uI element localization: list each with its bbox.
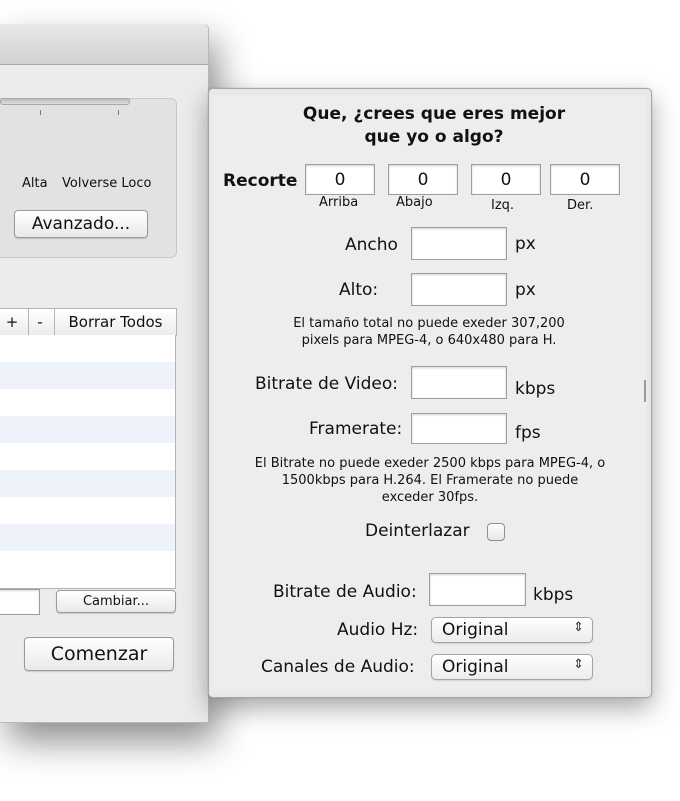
audio-channels-popup[interactable]: Original ⇕ (431, 654, 593, 680)
height-label: Alto: (339, 280, 379, 300)
bitrate-note-line3: exceder 30fps. (381, 490, 479, 505)
crop-top-field[interactable]: 0 (305, 164, 375, 195)
width-field[interactable] (411, 227, 507, 260)
panel-title-line2: que yo o algo? (364, 127, 504, 147)
crop-right-caption: Der. (567, 198, 594, 213)
width-label: Ancho (345, 235, 398, 255)
slider-label-volverse-loco: Volverse Loco (62, 176, 152, 191)
audio-channels-value: Original (442, 657, 509, 677)
height-unit: px (515, 280, 536, 300)
bitrate-note-line1: El Bitrate no puede exeder 2500 kbps par… (254, 456, 606, 471)
file-list-header: + - Borrar Todos (0, 308, 177, 336)
framerate-unit: fps (515, 423, 541, 443)
main-window-titlebar[interactable] (0, 24, 208, 65)
framerate-label: Framerate: (309, 419, 403, 439)
size-note-line1: El tamaño total no puede exeder 307,200 (293, 316, 565, 331)
list-row (0, 416, 175, 443)
crop-bottom-caption: Abajo (396, 195, 433, 210)
crop-bottom-field[interactable]: 0 (388, 164, 458, 195)
crop-top-caption: Arriba (319, 195, 359, 210)
start-button[interactable]: Comenzar (24, 637, 174, 671)
video-bitrate-field[interactable] (411, 366, 507, 399)
audio-hz-popup[interactable]: Original ⇕ (431, 617, 593, 643)
crop-left-field[interactable]: 0 (471, 164, 541, 195)
slider-tick (118, 110, 119, 115)
audio-hz-value: Original (442, 620, 509, 640)
audio-bitrate-unit: kbps (533, 585, 574, 605)
popup-arrows-icon: ⇕ (573, 657, 584, 672)
framerate-field[interactable] (411, 413, 507, 444)
panel-resize-grip[interactable] (644, 380, 646, 402)
audio-hz-label: Audio Hz: (337, 620, 419, 640)
remove-file-button[interactable]: - (28, 309, 51, 335)
panel-title-line1: Que, ¿crees que eres mejor (302, 104, 566, 124)
clear-all-button[interactable]: Borrar Todos (54, 309, 176, 335)
audio-channels-label: Canales de Audio: (261, 657, 415, 677)
slider-tick (40, 110, 41, 115)
popup-arrows-icon: ⇕ (573, 620, 584, 635)
advanced-settings-panel: Que, ¿crees que eres mejor que yo o algo… (208, 88, 652, 698)
audio-bitrate-field[interactable] (429, 573, 526, 606)
slider-label-alta: Alta (22, 176, 48, 191)
main-window: Alta Volverse Loco Avanzado... + - Borra… (0, 24, 209, 723)
crop-label: Recorte (223, 171, 298, 191)
destination-field[interactable] (0, 589, 40, 615)
audio-bitrate-label: Bitrate de Audio: (273, 582, 417, 602)
list-row (0, 470, 175, 497)
list-row (0, 524, 175, 551)
quality-slider[interactable] (0, 98, 130, 105)
advanced-button[interactable]: Avanzado... (14, 210, 148, 238)
bitrate-note-line2: 1500kbps para H.264. El Framerate no pue… (281, 473, 579, 488)
crop-left-caption: Izq. (491, 198, 515, 213)
deinterlace-label: Deinterlazar (365, 521, 470, 541)
crop-right-field[interactable]: 0 (550, 164, 620, 195)
change-button[interactable]: Cambiar... (56, 590, 176, 613)
file-list[interactable] (0, 335, 176, 589)
size-note-line2: pixels para MPEG-4, o 640x480 para H. (301, 333, 557, 348)
height-field[interactable] (411, 273, 507, 306)
width-unit: px (515, 234, 536, 254)
list-row (0, 362, 175, 389)
video-bitrate-label: Bitrate de Video: (255, 374, 398, 394)
add-file-button[interactable]: + (0, 309, 24, 335)
deinterlace-checkbox[interactable] (487, 523, 505, 541)
video-bitrate-unit: kbps (515, 379, 556, 399)
